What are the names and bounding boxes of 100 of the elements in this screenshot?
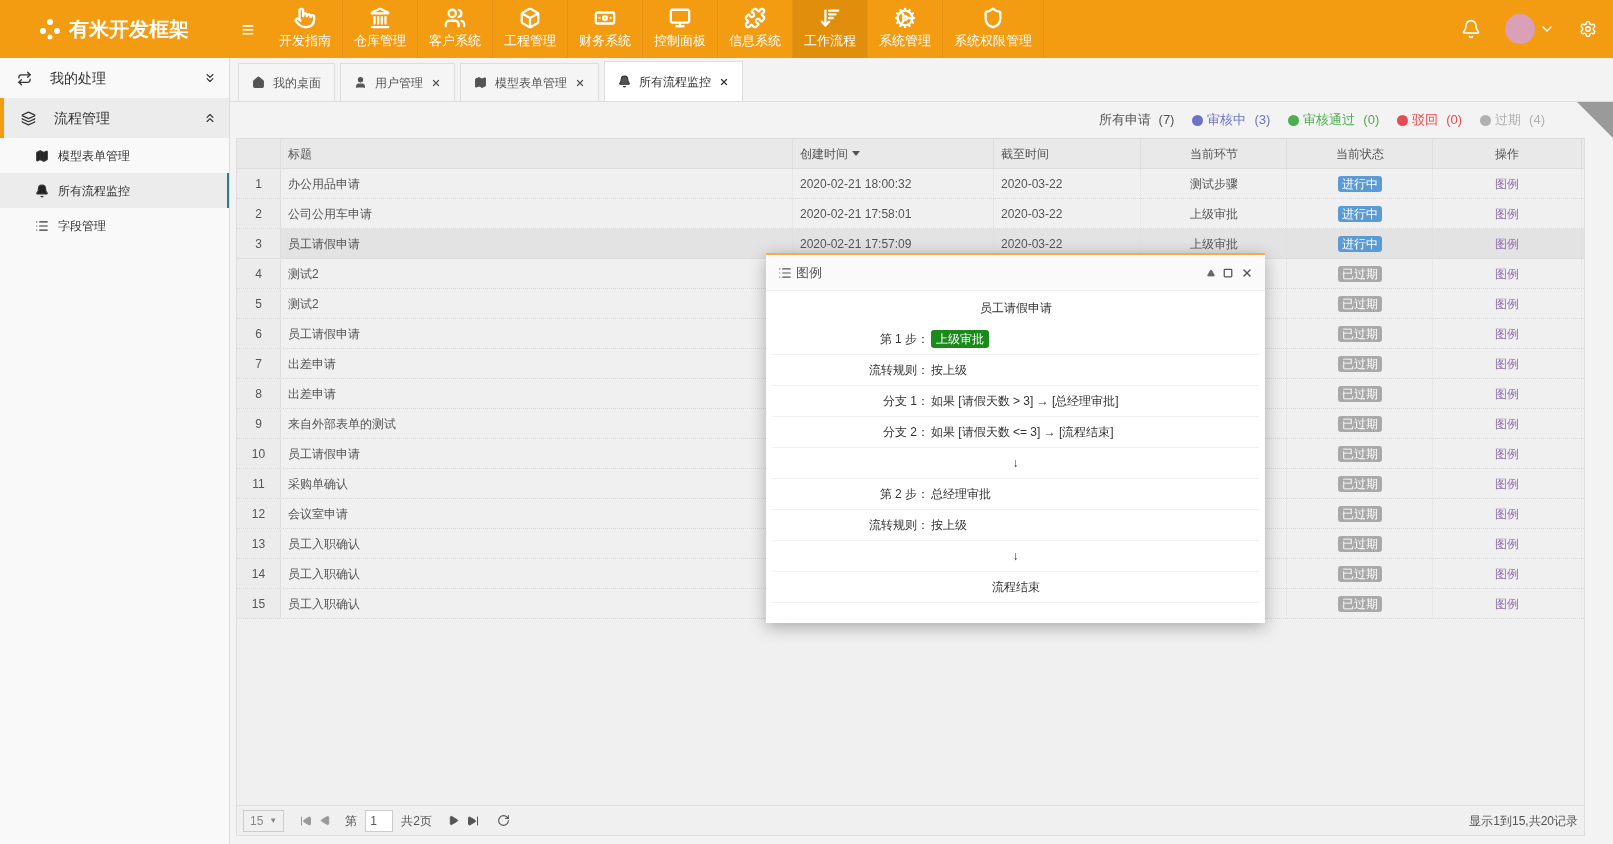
status-badge: 进行中 <box>1337 175 1382 192</box>
status-badge: 已过期 <box>1337 595 1382 612</box>
page-input[interactable]: 1 <box>365 809 394 832</box>
shield-icon <box>982 7 1004 30</box>
status-filter[interactable]: 所有申请 (7) <box>1098 110 1175 130</box>
sidebar-group[interactable]: 我的处理 <box>0 58 229 98</box>
nav-item[interactable]: 开发指南 <box>268 0 343 58</box>
legend-link[interactable]: 图例 <box>1495 354 1519 373</box>
table-row[interactable]: 1 办公用品申请 2020-02-21 18:00:32 2020-03-22 测试步骤 进行中 图例 <box>237 169 1584 199</box>
status-filter[interactable]: 审核通过 (0) <box>1288 110 1380 130</box>
page-size-select[interactable]: 15 ▼ <box>243 809 285 832</box>
legend-link[interactable]: 图例 <box>1495 204 1519 223</box>
column-header[interactable]: 创建时间 <box>793 139 994 168</box>
tab[interactable]: 用户管理 <box>340 63 455 101</box>
tab[interactable]: 模型表单管理 <box>460 63 599 101</box>
logo-icon <box>39 18 61 40</box>
legend-link[interactable]: 图例 <box>1495 534 1519 553</box>
table-cell: 上级审批 <box>1141 199 1287 228</box>
nav-item[interactable]: 系统管理 <box>868 0 943 58</box>
nav-item[interactable]: 客户系统 <box>418 0 493 58</box>
flow-label: 流转规则： <box>868 517 929 534</box>
collapse-icon <box>203 111 217 125</box>
flow-value: 如果 [请假天数 > 3] → [总经理审批] <box>931 393 1119 410</box>
column-header[interactable]: 标题 <box>281 139 793 168</box>
row-number: 6 <box>237 319 281 348</box>
bank-icon <box>369 7 391 30</box>
row-number: 8 <box>237 379 281 408</box>
column-header[interactable]: 操作 <box>1433 139 1582 168</box>
legend-link[interactable]: 图例 <box>1495 504 1519 523</box>
status-filter[interactable]: 驳回 (0) <box>1397 110 1463 130</box>
row-number: 1 <box>237 169 281 198</box>
legend-link[interactable]: 图例 <box>1495 324 1519 343</box>
column-header[interactable]: 截至时间 <box>994 139 1141 168</box>
status-badge: 已过期 <box>1337 325 1382 342</box>
dialog-title: 图例 <box>796 263 823 282</box>
legend-link[interactable]: 图例 <box>1495 384 1519 403</box>
status-filter[interactable]: 审核中 (3) <box>1192 110 1271 130</box>
list-icon <box>35 218 49 233</box>
legend-link[interactable]: 图例 <box>1495 594 1519 613</box>
row-number: 11 <box>237 469 281 498</box>
sidebar-item[interactable]: 所有流程监控 <box>0 173 229 208</box>
status-badge: 已过期 <box>1337 535 1382 552</box>
monitor-icon <box>669 7 691 30</box>
legend-link[interactable]: 图例 <box>1495 264 1519 283</box>
sidebar-item[interactable]: 模型表单管理 <box>0 138 229 173</box>
status-badge: 已过期 <box>1337 565 1382 582</box>
status-badge: 已过期 <box>1337 295 1382 312</box>
nav-item[interactable]: 工作流程 <box>793 0 868 58</box>
close-icon[interactable] <box>1241 266 1253 279</box>
map-icon <box>35 148 49 163</box>
table-row[interactable]: 3 员工请假申请 2020-02-21 17:57:09 2020-03-22 上级审批 进行中 图例 <box>237 229 1584 259</box>
sidebar-group[interactable]: 流程管理 <box>0 98 229 138</box>
nav-item[interactable]: 仓库管理 <box>343 0 418 58</box>
table-cell: 公司公用车申请 <box>281 199 793 228</box>
close-icon[interactable] <box>431 77 441 88</box>
row-number: 4 <box>237 259 281 288</box>
table-cell: 办公用品申请 <box>281 169 793 198</box>
row-number: 3 <box>237 229 281 258</box>
close-icon[interactable] <box>719 76 729 87</box>
next-page-icon[interactable] <box>447 815 459 826</box>
table-cell: 2020-03-22 <box>994 199 1141 228</box>
record-summary: 显示1到15,共20记录 <box>1469 812 1578 830</box>
list-icon <box>778 265 792 280</box>
legend-link[interactable]: 图例 <box>1495 414 1519 433</box>
table-row[interactable]: 2 公司公用车申请 2020-02-21 17:58:01 2020-03-22 上级审批 进行中 图例 <box>237 199 1584 229</box>
gear-icon <box>894 7 916 30</box>
close-icon[interactable] <box>575 77 585 88</box>
flow-label: 第 2 步： <box>878 486 929 503</box>
row-number: 9 <box>237 409 281 438</box>
puzzle-icon <box>744 7 766 30</box>
column-header[interactable]: 当前状态 <box>1287 139 1433 168</box>
menu-button[interactable]: ≡ <box>228 0 268 58</box>
status-filter[interactable]: 过期 (4) <box>1480 110 1545 130</box>
nav-item[interactable]: 系统权限管理 <box>943 0 1044 58</box>
refresh-icon[interactable] <box>496 814 510 827</box>
legend-link[interactable]: 图例 <box>1495 474 1519 493</box>
row-number: 15 <box>237 589 281 618</box>
sort-icon <box>819 7 841 30</box>
row-number: 13 <box>237 529 281 558</box>
sidebar-item[interactable]: 字段管理 <box>0 208 229 243</box>
legend-link[interactable]: 图例 <box>1495 444 1519 463</box>
row-number: 14 <box>237 559 281 588</box>
last-page-icon[interactable] <box>466 814 479 827</box>
legend-link[interactable]: 图例 <box>1495 234 1519 253</box>
tab[interactable]: 所有流程监控 <box>604 61 743 101</box>
bell-icon <box>618 75 631 88</box>
maximize-icon[interactable] <box>1223 267 1233 278</box>
tab[interactable]: 我的桌面 <box>238 63 335 101</box>
bell-icon <box>35 183 49 198</box>
status-badge: 已过期 <box>1337 445 1382 462</box>
nav-item[interactable]: 控制面板 <box>643 0 718 58</box>
brand-title: 有米开发框架 <box>69 17 189 42</box>
nav-item[interactable]: 工程管理 <box>493 0 568 58</box>
legend-link[interactable]: 图例 <box>1495 174 1519 193</box>
column-header[interactable]: 当前环节 <box>1141 139 1287 168</box>
legend-link[interactable]: 图例 <box>1495 564 1519 583</box>
status-badge: 进行中 <box>1337 235 1382 252</box>
nav-item[interactable]: 财务系统 <box>568 0 643 58</box>
collapse-icon[interactable] <box>1207 268 1215 277</box>
legend-link[interactable]: 图例 <box>1495 294 1519 313</box>
